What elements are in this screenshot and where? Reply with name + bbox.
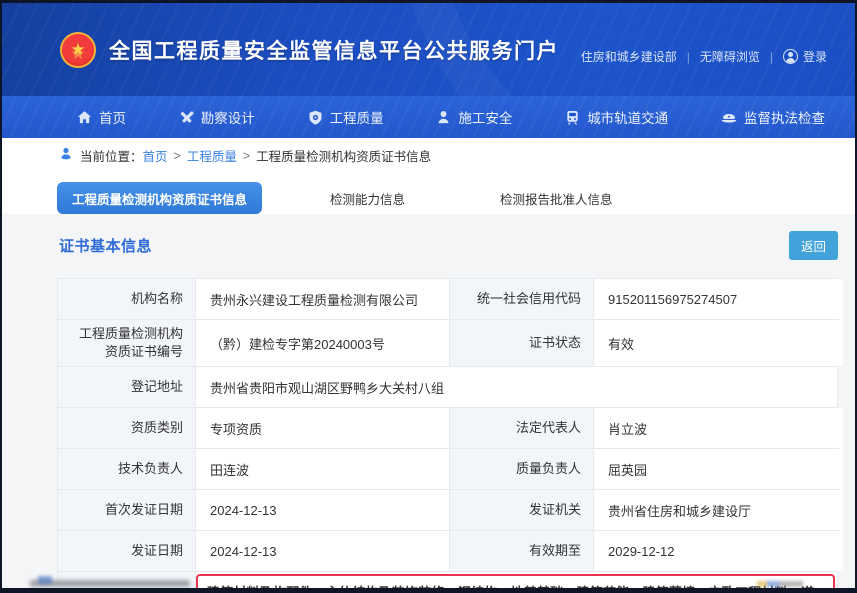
design-tools-icon [179, 110, 194, 125]
field-label: 资质类别 [58, 408, 196, 448]
home-icon [77, 110, 92, 125]
nav-item-law-enforcement[interactable]: 监督执法检查 [721, 107, 825, 127]
nav-item-home[interactable]: 首页 [77, 107, 126, 127]
safety-worker-icon [436, 110, 451, 125]
back-button[interactable]: 返回 [789, 231, 838, 260]
nav-item-project-quality[interactable]: 工程质量 [308, 107, 384, 127]
tab-bar: 工程质量检测机构资质证书信息 检测能力信息 检测报告批准人信息 [2, 173, 855, 214]
page-frame: ★ 全国工程质量安全监管信息平台公共服务门户 住房和城乡建设部 | 无障碍浏览 … [0, 0, 857, 593]
field-value: 田连波 [196, 449, 450, 489]
field-value: 屈英园 [594, 449, 843, 489]
field-label: 质量负责人 [450, 449, 594, 489]
field-label: 首次发证日期 [58, 490, 196, 530]
field-label: 发证日期 [58, 531, 196, 571]
breadcrumb: 当前位置： 首页 > 工程质量 > 工程质量检测机构资质证书信息 [2, 138, 855, 173]
field-label: 发证机关 [450, 490, 594, 530]
certificate-table: 机构名称 贵州永兴建设工程质量检测有限公司 统一社会信用代码 915201156… [57, 278, 838, 593]
field-value: 肖立波 [594, 408, 843, 448]
field-value: 贵州永兴建设工程质量检测有限公司 [196, 279, 450, 319]
field-label: 登记地址 [58, 367, 196, 407]
nav-item-urban-rail[interactable]: 城市轨道交通 [565, 107, 668, 127]
nav-label: 首页 [99, 107, 126, 127]
breadcrumb-prefix: 当前位置： [80, 146, 143, 165]
breadcrumb-separator: > [243, 149, 250, 163]
tab-report-approvers[interactable]: 检测报告批准人信息 [500, 182, 613, 214]
field-label: 机构名称 [58, 279, 196, 319]
breadcrumb-project-quality[interactable]: 工程质量 [187, 146, 237, 165]
detection-specialties-highlight: 建筑材料及构配件、主体结构及装饰装修、钢结构、地基基础、建筑节能、建筑幕墙、市政… [196, 574, 835, 593]
field-label: 有效期至 [450, 531, 594, 571]
table-row: 技术负责人 田连波 质量负责人 屈英园 [58, 449, 837, 490]
field-value: 2029-12-12 [594, 531, 843, 571]
national-emblem-icon: ★ [60, 32, 96, 68]
cutoff-footer-artifact [757, 581, 803, 587]
nav-label: 勘察设计 [201, 107, 255, 127]
page-title: 证书基本信息 [59, 235, 152, 256]
field-value: 915201156975274507 [594, 279, 843, 319]
content-panel: 证书基本信息 返回 机构名称 贵州永兴建设工程质量检测有限公司 统一社会信用代码… [2, 214, 855, 593]
field-value: 专项资质 [196, 408, 450, 448]
accessibility-link[interactable]: 无障碍浏览 [700, 48, 760, 65]
field-label: 统一社会信用代码 [450, 279, 594, 319]
field-value: 有效 [594, 320, 843, 366]
field-label: 技术负责人 [58, 449, 196, 489]
field-value: 贵州省住房和城乡建设厅 [594, 490, 843, 530]
law-enforcement-icon [721, 110, 737, 125]
header-separator: | [770, 50, 773, 64]
table-row: 机构名称 贵州永兴建设工程质量检测有限公司 统一社会信用代码 915201156… [58, 279, 837, 320]
breadcrumb-current: 工程质量检测机构资质证书信息 [256, 146, 431, 165]
location-person-icon [59, 147, 73, 164]
user-icon [783, 49, 798, 64]
site-title: 全国工程质量安全监管信息平台公共服务门户 [109, 35, 559, 65]
field-label: 证书状态 [450, 320, 594, 366]
field-value: 2024-12-13 [196, 490, 450, 530]
field-value: 贵州省贵阳市观山湖区野鸭乡大关村八组 [196, 367, 837, 407]
tab-certificate-info[interactable]: 工程质量检测机构资质证书信息 [57, 182, 262, 214]
field-label: 工程质量检测机构资质证书编号 [58, 320, 196, 366]
field-value: 建筑材料及构配件、主体结构及装饰装修、钢结构、地基基础、建筑节能、建筑幕墙、市政… [196, 572, 837, 593]
metro-train-icon [565, 110, 580, 125]
header-separator: | [687, 50, 690, 64]
quality-shield-icon [308, 110, 323, 125]
field-value: （黔）建检专字第20240003号 [196, 320, 450, 366]
cutoff-footer-artifact [38, 576, 52, 584]
nav-item-construction-safety[interactable]: 施工安全 [436, 107, 512, 127]
login-label: 登录 [803, 48, 827, 65]
table-row: 工程质量检测机构资质证书编号 （黔）建检专字第20240003号 证书状态 有效 [58, 320, 837, 367]
nav-item-survey-design[interactable]: 勘察设计 [179, 107, 255, 127]
breadcrumb-home[interactable]: 首页 [143, 146, 168, 165]
login-button[interactable]: 登录 [783, 48, 827, 65]
field-value: 2024-12-13 [196, 531, 450, 571]
site-header: ★ 全国工程质量安全监管信息平台公共服务门户 住房和城乡建设部 | 无障碍浏览 … [2, 3, 855, 96]
table-row: 登记地址 贵州省贵阳市观山湖区野鸭乡大关村八组 [58, 367, 837, 408]
nav-label: 工程质量 [330, 107, 384, 127]
table-row: 首次发证日期 2024-12-13 发证机关 贵州省住房和城乡建设厅 [58, 490, 837, 531]
nav-label: 监督执法检查 [744, 107, 825, 127]
ministry-link[interactable]: 住房和城乡建设部 [581, 48, 677, 65]
table-row: 资质类别 专项资质 法定代表人 肖立波 [58, 408, 837, 449]
breadcrumb-separator: > [174, 149, 181, 163]
main-nav: 首页 勘察设计 工程质量 施工安全 [2, 96, 855, 138]
nav-label: 城市轨道交通 [587, 107, 668, 127]
field-label: 法定代表人 [450, 408, 594, 448]
tab-testing-capability[interactable]: 检测能力信息 [330, 182, 405, 214]
cutoff-footer-artifact [30, 580, 190, 587]
table-row: 发证日期 2024-12-13 有效期至 2029-12-12 [58, 531, 837, 572]
nav-label: 施工安全 [458, 107, 512, 127]
